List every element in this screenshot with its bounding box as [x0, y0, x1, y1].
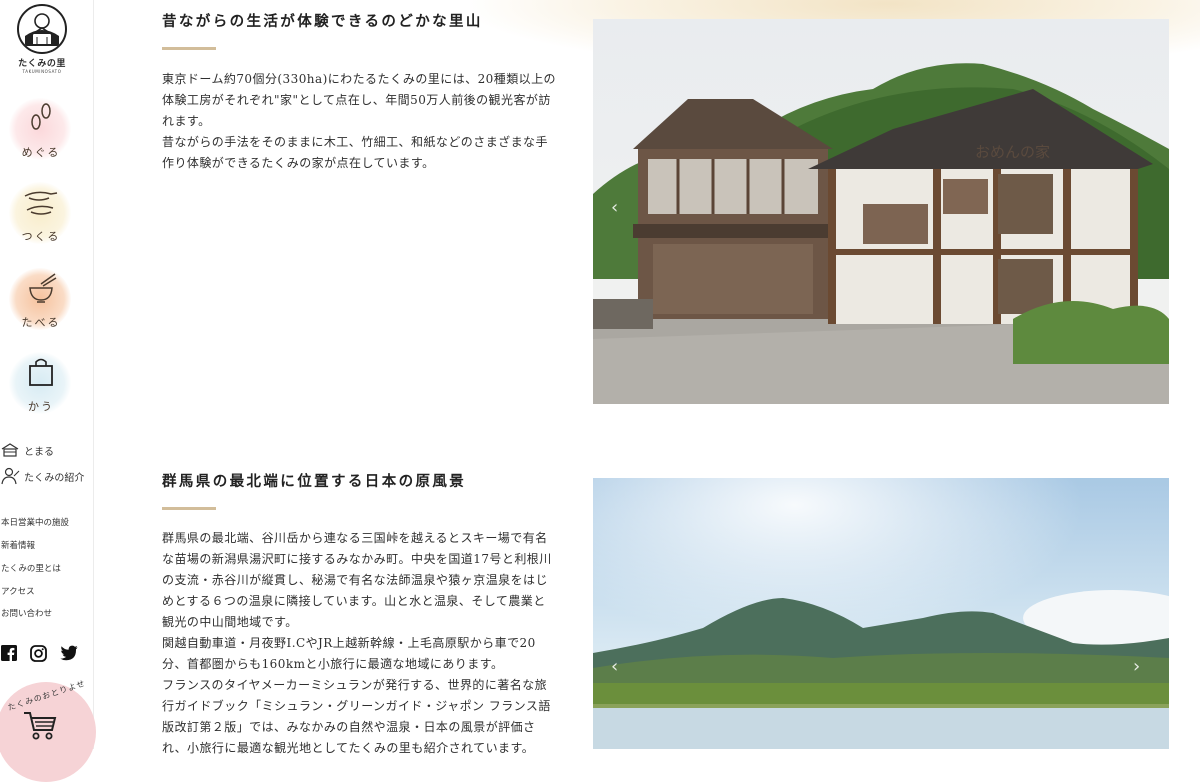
section-2-photo: ‹ › — [593, 478, 1169, 749]
carousel-2-prev-arrow[interactable]: ‹ — [611, 656, 618, 677]
nav-meguru-label: めぐる — [21, 146, 61, 159]
craftsman-icon — [1, 467, 20, 485]
section-1-underline — [162, 47, 216, 50]
section-1-photo: おめんの家 ‹ — [593, 19, 1169, 404]
carousel-1-prev-arrow[interactable]: ‹ — [611, 197, 618, 218]
logo-subtext: TAKUMINOSATO — [22, 69, 62, 74]
nav-meguru[interactable]: めぐる — [6, 94, 76, 164]
link-news[interactable]: 新着情報 — [1, 539, 35, 551]
bowl-chopsticks-icon — [29, 273, 57, 303]
nav-tomaru-label: とまる — [24, 446, 54, 458]
nav-tsukuru-label: つくる — [21, 230, 61, 243]
shop-otoriyose-button[interactable]: たくみのおとりよせ — [0, 679, 96, 782]
section-1-body: 東京ドーム約70個分(330ha)にわたるたくみの里には、20種類以上の 体験工… — [162, 72, 557, 170]
sidebar: たくみの里 TAKUMINOSATO めぐる つくる たべる かう とまる たく… — [0, 0, 96, 782]
nav-takumi-intro-label: たくみの紹介 — [24, 472, 85, 484]
photo-sign-text: おめんの家 — [975, 143, 1050, 161]
nav-kau[interactable]: かう — [6, 348, 76, 418]
nav-taberu-label: たべる — [21, 316, 61, 329]
section-2-title: 群馬県の最北端に位置する日本の原風景 — [162, 473, 467, 490]
house-icon — [1, 443, 19, 457]
instagram-icon[interactable] — [30, 645, 47, 666]
nav-tomaru[interactable]: とまる — [0, 442, 54, 458]
nav-takumi-intro[interactable]: たくみの紹介 — [0, 467, 84, 485]
logo-emblem-icon — [17, 4, 67, 54]
hands-icon — [24, 191, 58, 215]
facebook-icon[interactable] — [1, 645, 17, 666]
link-contact[interactable]: お問い合わせ — [1, 607, 52, 619]
carousel-2-next-arrow[interactable]: › — [1133, 656, 1140, 677]
shopping-cart-icon — [24, 712, 57, 740]
nav-tsukuru[interactable]: つくる — [6, 178, 76, 248]
twitter-icon[interactable] — [60, 645, 78, 666]
nav-kau-label: かう — [28, 400, 54, 413]
nav-taberu[interactable]: たべる — [6, 264, 76, 334]
link-access[interactable]: アクセス — [1, 585, 35, 597]
link-open-today[interactable]: 本日営業中の施設 — [1, 516, 69, 528]
section-2-underline — [162, 507, 216, 510]
footprints-icon — [31, 103, 51, 130]
shop-label: たくみのおとりよせ — [6, 678, 87, 713]
shopping-bag-icon — [29, 358, 53, 386]
logo-text: たくみの里 — [18, 59, 66, 69]
link-about[interactable]: たくみの里とは — [1, 562, 61, 574]
section-2-body: 群馬県の最北端、谷川岳から連なる三国峠を越えるとスキー場で有名 な苗場の新潟県湯… — [162, 531, 552, 755]
social-links — [1, 645, 78, 666]
site-logo[interactable]: たくみの里 TAKUMINOSATO — [15, 4, 69, 74]
section-1-title: 昔ながらの生活が体験できるのどかな里山 — [162, 13, 483, 30]
